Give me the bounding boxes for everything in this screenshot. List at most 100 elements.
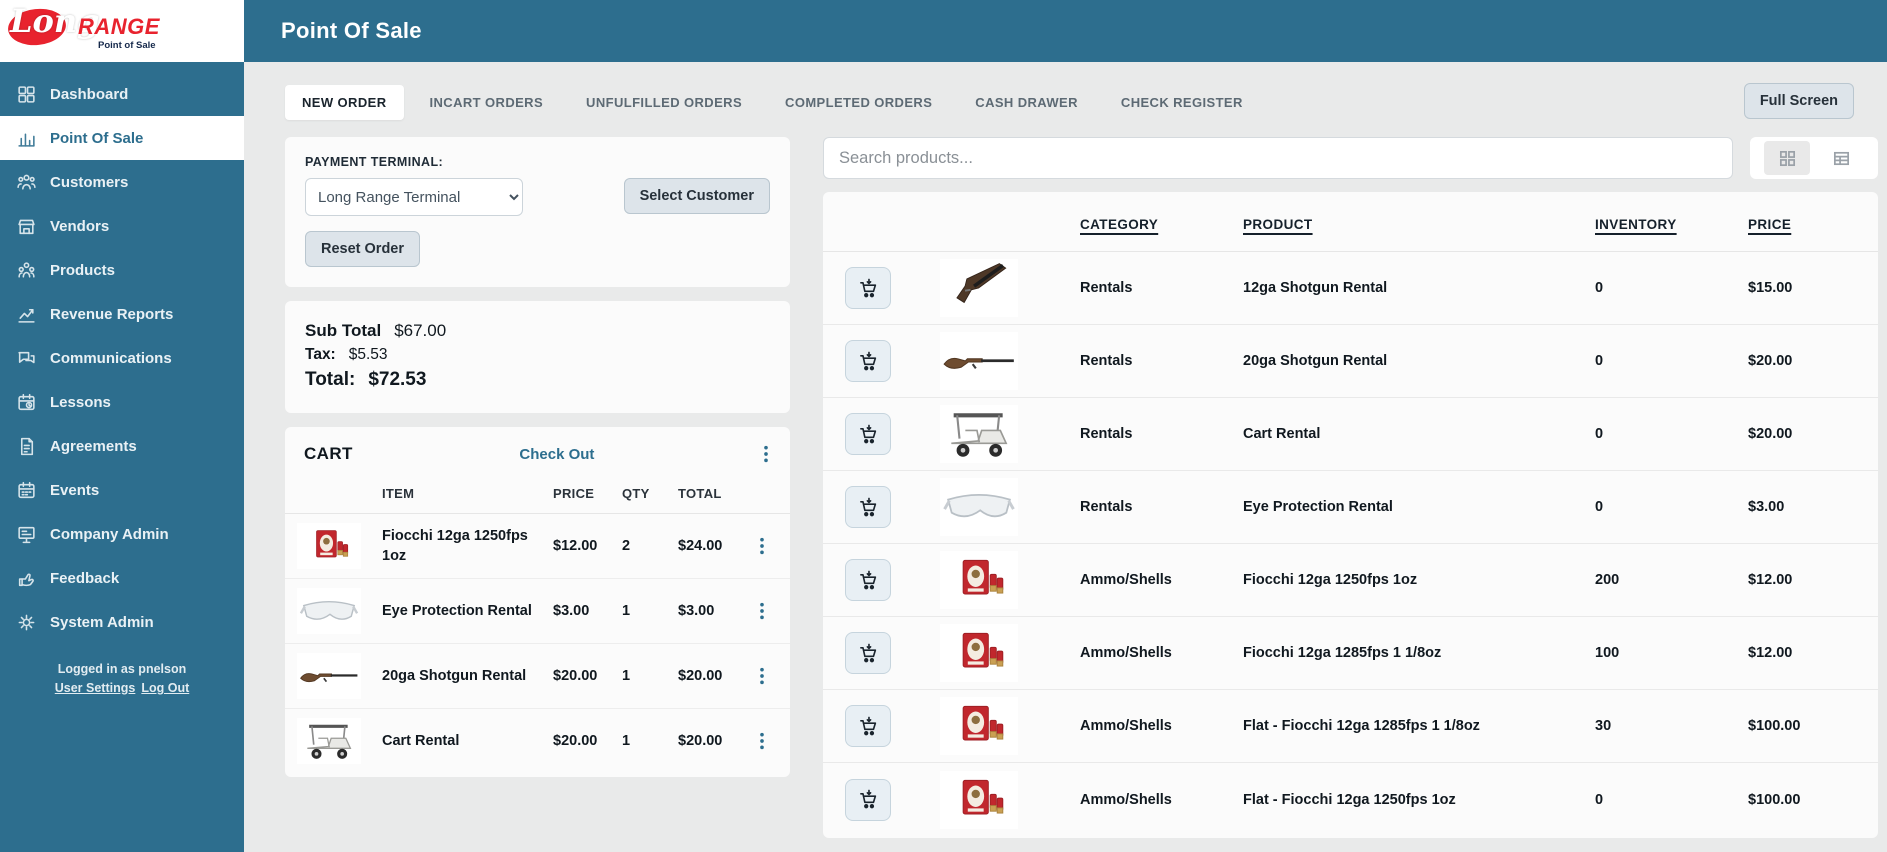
tab[interactable]: CASH DRAWER (958, 85, 1095, 120)
cart-item-menu-kebab-icon[interactable] (757, 536, 767, 556)
tab-label: INCART ORDERS (429, 95, 544, 110)
sidebar-item-label: Lessons (50, 393, 111, 411)
product-name: Eye Protection Rental (1243, 499, 1393, 515)
sidebar-item[interactable]: Customers (0, 160, 244, 204)
search-input[interactable] (823, 137, 1733, 179)
cart-items: Fiocchi 12ga 1250fps 1oz $12.00 2 $24.00… (285, 514, 790, 773)
add-to-cart-button[interactable] (845, 486, 891, 528)
product-row: Rentals Cart Rental 0 $20.00 (823, 398, 1878, 471)
events (16, 480, 37, 501)
add-to-cart-button[interactable] (845, 267, 891, 309)
tab[interactable]: INCART ORDERS (413, 85, 561, 120)
vendors (16, 216, 37, 237)
cart-item-menu-kebab-icon[interactable] (757, 666, 767, 686)
app-logo: Long RANGE Point of Sale (0, 0, 244, 62)
sub-total-line: Sub Total $67.00 (305, 321, 770, 341)
sidebar-item[interactable]: Vendors (0, 204, 244, 248)
cart-item-qty: 2 (622, 538, 631, 554)
cart-column-headers: ITEM PRICE QTY TOTAL (285, 470, 790, 514)
cart-col-item: ITEM (382, 486, 415, 501)
tab[interactable]: UNFULFILLED ORDERS (569, 85, 759, 120)
col-inventory[interactable]: INVENTORY (1595, 217, 1748, 232)
cart-col-total: TOTAL (678, 486, 722, 501)
cart-item-menu-kebab-icon[interactable] (757, 601, 767, 621)
product-inventory: 0 (1595, 280, 1604, 296)
table-view-icon[interactable] (1818, 141, 1864, 175)
log-out-link[interactable]: Log Out (141, 681, 189, 695)
cart-menu-kebab-icon[interactable] (761, 444, 771, 464)
sidebar-footer: Logged in as pnelson User Settings Log Ou… (0, 662, 244, 695)
cart-item-price: $12.00 (553, 538, 598, 554)
cart-item-total: $24.00 (678, 538, 723, 554)
tab[interactable]: COMPLETED ORDERS (768, 85, 949, 120)
cart-card: CART Check Out ITEM PRICE QTY TOTAL Fioc… (285, 427, 790, 777)
cart-item-price: $20.00 (553, 668, 598, 684)
sidebar-item-label: Dashboard (50, 85, 129, 103)
product-category: Ammo/Shells (1080, 572, 1172, 588)
product-image (940, 405, 1018, 463)
sidebar-item[interactable]: Company Admin (0, 512, 244, 556)
order-column: PAYMENT TERMINAL: Long Range Terminal Se… (285, 137, 790, 777)
sidebar-item[interactable]: System Admin (0, 600, 244, 644)
cart-add-icon (858, 716, 879, 737)
product-price: $20.00 (1748, 353, 1793, 369)
sidebar-item-label: Products (50, 261, 116, 279)
col-category[interactable]: CATEGORY (1080, 217, 1243, 232)
add-to-cart-button[interactable] (845, 705, 891, 747)
sidebar-item-label: Vendors (50, 217, 110, 235)
product-name: Fiocchi 12ga 1285fps 1 1/8oz (1243, 645, 1442, 661)
sidebar-item[interactable]: Communications (0, 336, 244, 380)
tabs: NEW ORDER INCART ORDERS UNFULFILLED ORDE… (285, 85, 1269, 120)
sidebar-item-label: Company Admin (50, 525, 169, 543)
check-out-link[interactable]: Check Out (353, 446, 761, 463)
customers (16, 172, 37, 193)
cart-add-icon (858, 351, 879, 372)
logo-word-range: RANGE (78, 14, 160, 39)
cart-title: CART (304, 444, 353, 463)
cart-add-icon (858, 643, 879, 664)
add-to-cart-button[interactable] (845, 778, 891, 821)
cart-item-total: $20.00 (678, 668, 723, 684)
tab[interactable]: NEW ORDER (285, 85, 404, 120)
payment-terminal-select[interactable]: Long Range Terminal (305, 178, 523, 216)
logged-in-text: Logged in as pnelson (57, 662, 187, 676)
add-to-cart-button[interactable] (845, 413, 891, 455)
page-title: Point Of Sale (281, 18, 422, 43)
reset-order-button[interactable]: Reset Order (305, 231, 421, 267)
sidebar-item[interactable]: Agreements (0, 424, 244, 468)
sidebar-item[interactable]: Feedback (0, 556, 244, 600)
logo-subtitle: Point of Sale (98, 40, 156, 51)
add-to-cart-button[interactable] (845, 340, 891, 382)
add-to-cart-button[interactable] (845, 632, 891, 674)
cart-item-total: $20.00 (678, 733, 723, 749)
system (16, 612, 37, 633)
col-product[interactable]: PRODUCT (1243, 217, 1595, 232)
product-inventory: 0 (1595, 791, 1604, 808)
product-row: Ammo/Shells Fiocchi 12ga 1250fps 1oz 200… (823, 544, 1878, 617)
product-category: Rentals (1080, 280, 1133, 296)
product-image (940, 551, 1018, 609)
product-image (940, 624, 1018, 682)
sidebar-item[interactable]: Dashboard (0, 72, 244, 116)
user-settings-link[interactable]: User Settings (55, 681, 136, 695)
grid-view-icon[interactable] (1764, 141, 1810, 175)
add-to-cart-button[interactable] (845, 559, 891, 601)
cart-item-qty: 1 (622, 603, 631, 619)
tab[interactable]: CHECK REGISTER (1104, 85, 1260, 120)
col-price[interactable]: PRICE (1748, 217, 1878, 232)
cart-item-menu-kebab-icon[interactable] (757, 731, 767, 751)
sidebar-item[interactable]: Events (0, 468, 244, 512)
sidebar-item[interactable]: Products (0, 248, 244, 292)
tabs-bar: NEW ORDER INCART ORDERS UNFULFILLED ORDE… (285, 83, 1878, 120)
cart-item-image (297, 588, 361, 634)
full-screen-button[interactable]: Full Screen (1743, 83, 1854, 119)
agreements (16, 436, 37, 457)
sidebar-item[interactable]: Point Of Sale (0, 116, 244, 160)
sidebar-item[interactable]: Revenue Reports (0, 292, 244, 336)
select-customer-button[interactable]: Select Customer (623, 178, 770, 214)
product-inventory: 100 (1595, 645, 1620, 661)
cart-row: 20ga Shotgun Rental $20.00 1 $20.00 (285, 644, 790, 709)
page-header: Point Of Sale (244, 0, 1887, 62)
sidebar-item[interactable]: Lessons (0, 380, 244, 424)
dashboard (16, 84, 37, 105)
